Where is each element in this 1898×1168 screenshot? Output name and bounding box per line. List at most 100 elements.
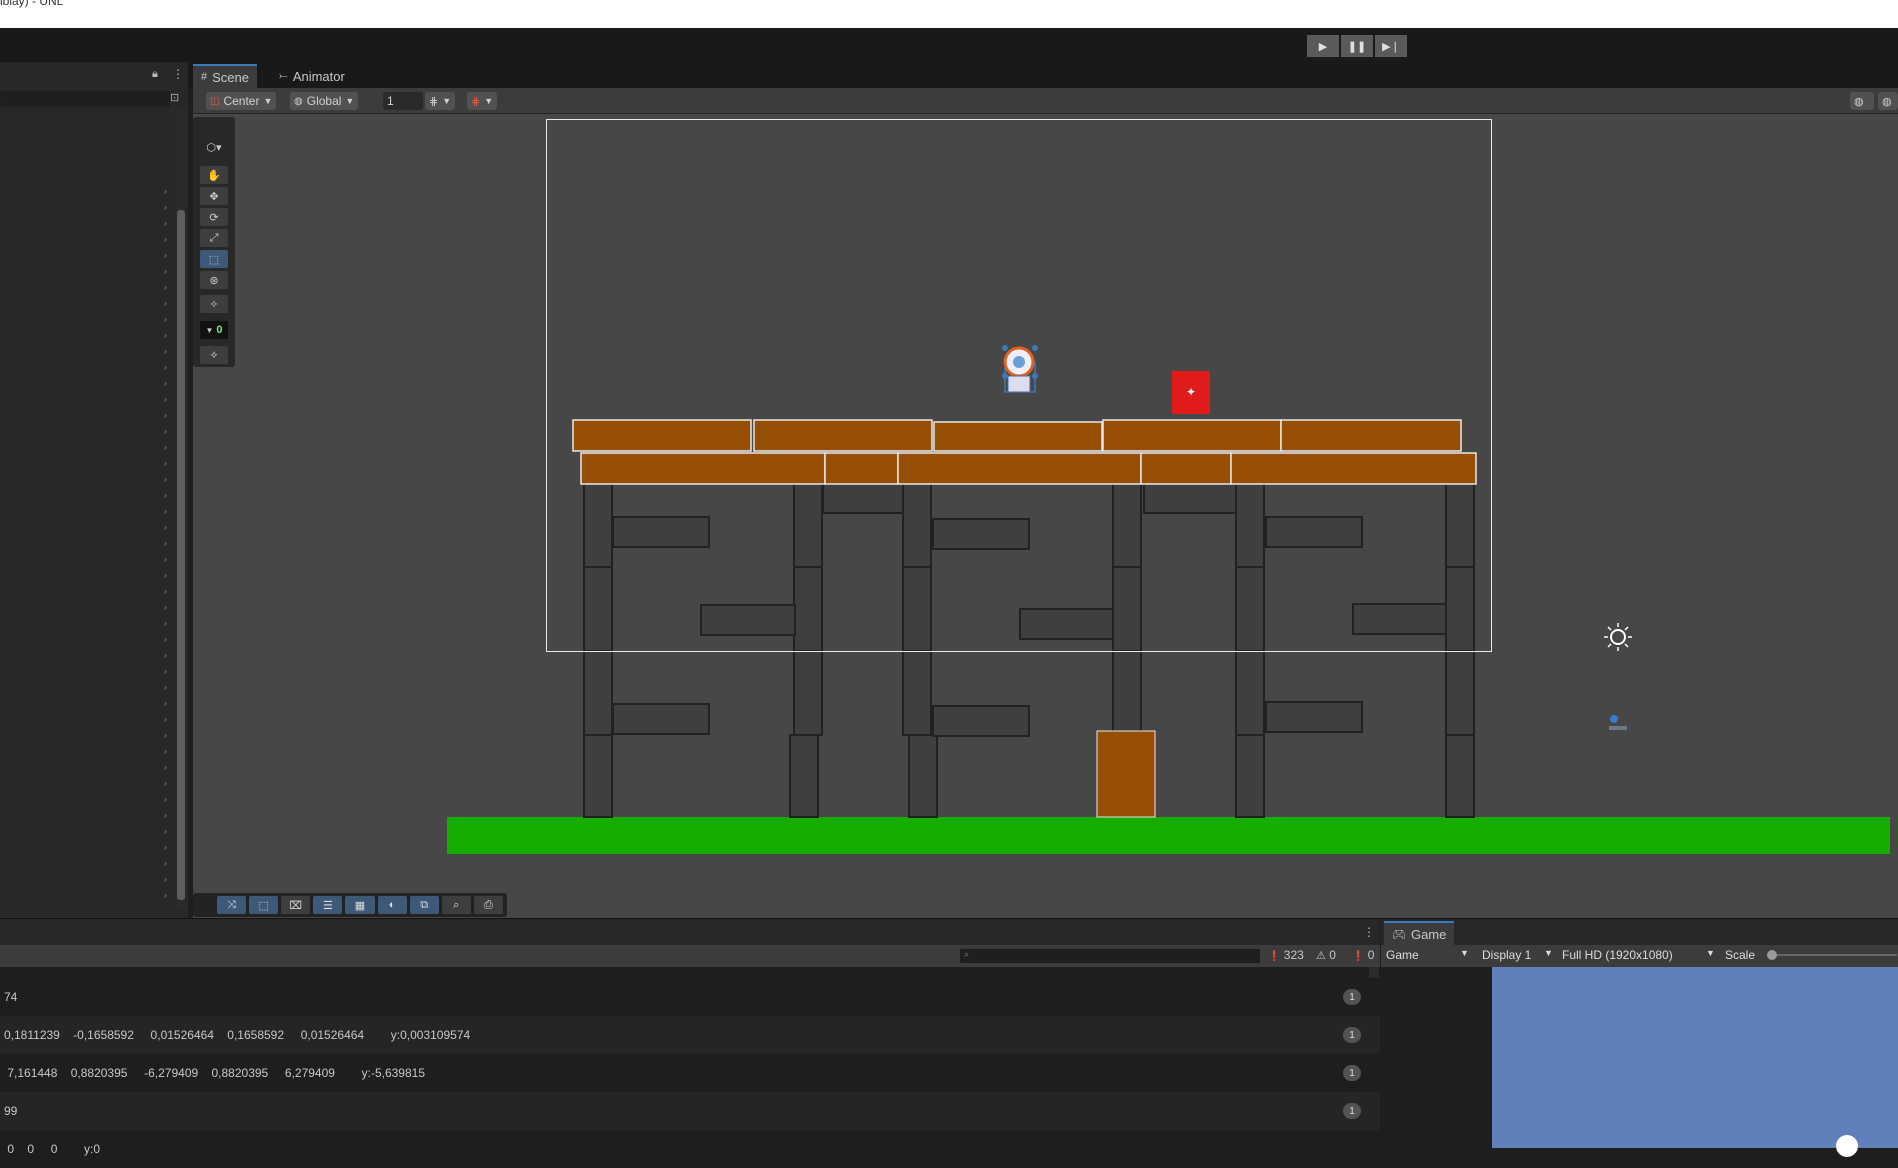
display-dropdown[interactable]: Display 1 ▼ bbox=[1482, 948, 1553, 962]
pause-button[interactable]: ❚❚ bbox=[1341, 35, 1373, 57]
chevron-right-icon[interactable]: › bbox=[164, 794, 167, 804]
console-row[interactable]: 0,1811239 -0,1658592 0,01526464 0,165859… bbox=[0, 1016, 1380, 1054]
chevron-right-icon[interactable]: › bbox=[164, 666, 167, 676]
chevron-right-icon[interactable]: › bbox=[164, 634, 167, 644]
chevron-right-icon[interactable]: › bbox=[164, 570, 167, 580]
scene-camera-button[interactable]: ◍ bbox=[1878, 92, 1898, 110]
chevron-right-icon[interactable]: › bbox=[164, 474, 167, 484]
scale-slider[interactable]: Scale bbox=[1725, 948, 1897, 962]
chevron-right-icon[interactable]: › bbox=[164, 298, 167, 308]
pivot-rotation-dropdown[interactable]: ◍ Global ▼ bbox=[290, 92, 359, 110]
rect-tool-icon[interactable]: ⬚ bbox=[200, 250, 228, 268]
hand-tool-icon[interactable]: ✋ bbox=[200, 166, 228, 184]
scrollbar-thumb[interactable] bbox=[177, 210, 185, 900]
play-button[interactable]: ▶ bbox=[1307, 35, 1339, 57]
grid-snap-dropdown[interactable]: ⋕ ▼ bbox=[425, 92, 456, 110]
console-search-input[interactable]: ⌕ bbox=[959, 948, 1261, 964]
chevron-right-icon[interactable]: › bbox=[164, 826, 167, 836]
resolution-dropdown[interactable]: Full HD (1920x1080) ▼ bbox=[1562, 948, 1715, 962]
chevron-right-icon[interactable]: › bbox=[164, 218, 167, 228]
chevron-right-icon[interactable]: › bbox=[164, 250, 167, 260]
chevron-right-icon[interactable]: › bbox=[164, 538, 167, 548]
zoom-icon[interactable]: ⌕ bbox=[441, 896, 471, 914]
error-count[interactable]: ❗ 0 bbox=[1352, 948, 1374, 962]
chevron-right-icon[interactable]: › bbox=[164, 890, 167, 900]
chevron-right-icon[interactable]: › bbox=[164, 730, 167, 740]
chevron-right-icon[interactable]: › bbox=[164, 410, 167, 420]
chevron-right-icon[interactable]: › bbox=[164, 682, 167, 692]
chevron-right-icon[interactable]: › bbox=[164, 554, 167, 564]
step-button[interactable]: ▶❘ bbox=[1375, 35, 1407, 57]
console-row[interactable]: 0 0 0 y:0 bbox=[0, 1130, 1380, 1168]
chevron-right-icon[interactable]: › bbox=[164, 362, 167, 372]
grid-visibility-dropdown[interactable]: ⋕ ▼ bbox=[467, 92, 498, 110]
layers-icon[interactable]: ⧉ bbox=[409, 896, 439, 914]
chevron-right-icon[interactable]: › bbox=[164, 426, 167, 436]
rotate-tool-icon[interactable]: ⟳ bbox=[200, 208, 228, 226]
chevron-right-icon[interactable]: › bbox=[164, 698, 167, 708]
hierarchy-search-input[interactable] bbox=[0, 91, 170, 107]
nodes-tool-icon[interactable]: ⟡ bbox=[200, 346, 228, 364]
chevron-right-icon[interactable]: › bbox=[164, 762, 167, 772]
search-options-icon[interactable]: ⊡ bbox=[170, 91, 179, 104]
console-row[interactable]: 7,161448 0,8820395 -6,279409 0,8820395 6… bbox=[0, 1054, 1380, 1092]
counter-badge[interactable]: ▼ 0 bbox=[200, 321, 228, 339]
chevron-right-icon[interactable]: › bbox=[164, 746, 167, 756]
chevron-right-icon[interactable]: › bbox=[164, 650, 167, 660]
kebab-menu-icon[interactable]: ⋮ bbox=[172, 67, 184, 81]
chevron-right-icon[interactable]: › bbox=[164, 458, 167, 468]
grid-overlay-icon[interactable]: ▦ bbox=[345, 896, 375, 914]
game-view-dropdown[interactable]: Game ▼ bbox=[1386, 948, 1469, 962]
sliders-icon[interactable]: ☰ bbox=[313, 896, 343, 914]
chevron-right-icon[interactable]: › bbox=[164, 714, 167, 724]
kebab-menu-icon[interactable]: ⋮ bbox=[1363, 925, 1375, 939]
chevron-right-icon[interactable]: › bbox=[164, 186, 167, 196]
chevron-right-icon[interactable]: › bbox=[164, 586, 167, 596]
hierarchy-scrollbar[interactable] bbox=[177, 110, 185, 910]
chevron-right-icon[interactable]: › bbox=[164, 810, 167, 820]
chevron-right-icon[interactable]: › bbox=[164, 618, 167, 628]
scale-slider-handle[interactable] bbox=[1767, 950, 1777, 960]
game-viewport[interactable] bbox=[1492, 967, 1898, 1157]
tab-game[interactable]: 🎮︎ Game bbox=[1384, 921, 1455, 945]
shading-icon[interactable]: ◐ bbox=[377, 896, 407, 914]
grid-size-field[interactable]: 1 bbox=[383, 92, 423, 110]
chevron-right-icon[interactable]: › bbox=[164, 522, 167, 532]
chevron-right-icon[interactable]: › bbox=[164, 282, 167, 292]
log-count[interactable]: ❗ 323 bbox=[1268, 948, 1304, 962]
chevron-right-icon[interactable]: › bbox=[164, 346, 167, 356]
chevron-right-icon[interactable]: › bbox=[164, 234, 167, 244]
chevron-right-icon[interactable]: › bbox=[164, 874, 167, 884]
console-row[interactable]: 99 1 bbox=[0, 1092, 1380, 1130]
chevron-right-icon[interactable]: › bbox=[164, 778, 167, 788]
view-mode-cube-icon[interactable]: ⬡▾ bbox=[200, 138, 228, 156]
chevron-right-icon[interactable]: › bbox=[164, 602, 167, 612]
camera-icon[interactable]: ⎙ bbox=[473, 896, 503, 914]
lock-icon[interactable]: 🔒︎ bbox=[152, 68, 158, 81]
scene-view[interactable]: ✦ bbox=[193, 114, 1898, 918]
chevron-right-icon[interactable]: › bbox=[164, 314, 167, 324]
pivot-mode-dropdown[interactable]: ◫ Center ▼ bbox=[206, 92, 277, 110]
gizmos-globe-button[interactable]: ◍ bbox=[1850, 92, 1874, 110]
warning-count[interactable]: ⚠ 0 bbox=[1316, 948, 1336, 962]
tab-animator[interactable]: ⤚ Animator bbox=[271, 64, 353, 88]
chevron-right-icon[interactable]: › bbox=[164, 442, 167, 452]
tab-scene[interactable]: # Scene bbox=[193, 64, 257, 88]
chevron-right-icon[interactable]: › bbox=[164, 842, 167, 852]
chevron-right-icon[interactable]: › bbox=[164, 378, 167, 388]
chevron-right-icon[interactable]: › bbox=[164, 858, 167, 868]
chevron-right-icon[interactable]: › bbox=[164, 490, 167, 500]
rect-select-icon[interactable]: ⬚ bbox=[249, 896, 279, 914]
mesh-icon[interactable]: ⌧ bbox=[281, 896, 311, 914]
custom-tool-icon[interactable]: ✧ bbox=[200, 295, 228, 313]
transform-tool-icon[interactable]: ⊛ bbox=[200, 271, 228, 289]
shuffle-icon[interactable]: ⤨ bbox=[217, 896, 247, 914]
chevron-right-icon[interactable]: › bbox=[164, 506, 167, 516]
chevron-right-icon[interactable]: › bbox=[164, 330, 167, 340]
chevron-right-icon[interactable]: › bbox=[164, 394, 167, 404]
scale-tool-icon[interactable]: ⤢ bbox=[200, 229, 228, 247]
console-row[interactable]: 74 1 bbox=[0, 978, 1380, 1016]
move-tool-icon[interactable]: ✥ bbox=[200, 187, 228, 205]
chevron-right-icon[interactable]: › bbox=[164, 202, 167, 212]
chevron-right-icon[interactable]: › bbox=[164, 266, 167, 276]
